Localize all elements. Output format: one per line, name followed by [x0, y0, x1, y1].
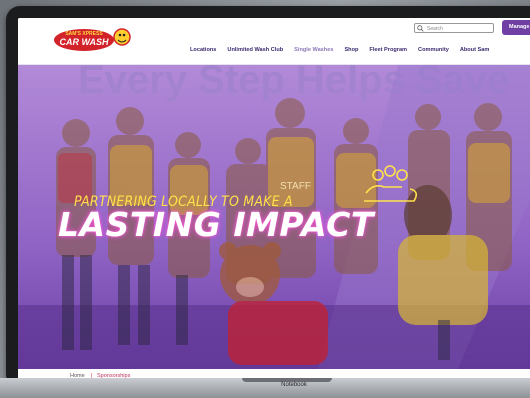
- staff-label: STAFF: [280, 181, 311, 192]
- manage-account-button[interactable]: Manage Ac: [502, 20, 530, 35]
- nav-about[interactable]: About Sam: [460, 45, 490, 55]
- nav-fleet-program[interactable]: Fleet Program: [369, 45, 407, 55]
- device-label: Notebook: [281, 382, 307, 388]
- nav-community[interactable]: Community: [418, 45, 449, 55]
- nav-locations[interactable]: Locations: [190, 45, 216, 55]
- nav-unlimited-wash-club[interactable]: Unlimited Wash Club: [227, 45, 283, 55]
- brand-line2: CAR WASH: [60, 37, 109, 47]
- mascot-icon: [113, 28, 131, 46]
- hero-headline: LASTING IMPACT: [58, 205, 374, 244]
- search-input[interactable]: Search: [414, 23, 494, 33]
- nav-single-washes[interactable]: Single Washes: [294, 45, 333, 55]
- search-placeholder: Search: [427, 26, 443, 32]
- brand-logo[interactable]: SAM'S XPRESS CAR WASH: [54, 24, 132, 54]
- search-icon: [417, 25, 424, 32]
- nav-shop[interactable]: Shop: [344, 45, 358, 55]
- site-header: SAM'S XPRESS CAR WASH Search Manage Ac L…: [18, 18, 530, 65]
- hero-banner: Every Step Helps Save STAFF PARTNERING L…: [18, 65, 530, 369]
- browser-screen: SAM'S XPRESS CAR WASH Search Manage Ac L…: [18, 18, 530, 382]
- laptop-frame: SAM'S XPRESS CAR WASH Search Manage Ac L…: [6, 6, 530, 388]
- main-nav: Locations Unlimited Wash Club Single Was…: [190, 45, 500, 55]
